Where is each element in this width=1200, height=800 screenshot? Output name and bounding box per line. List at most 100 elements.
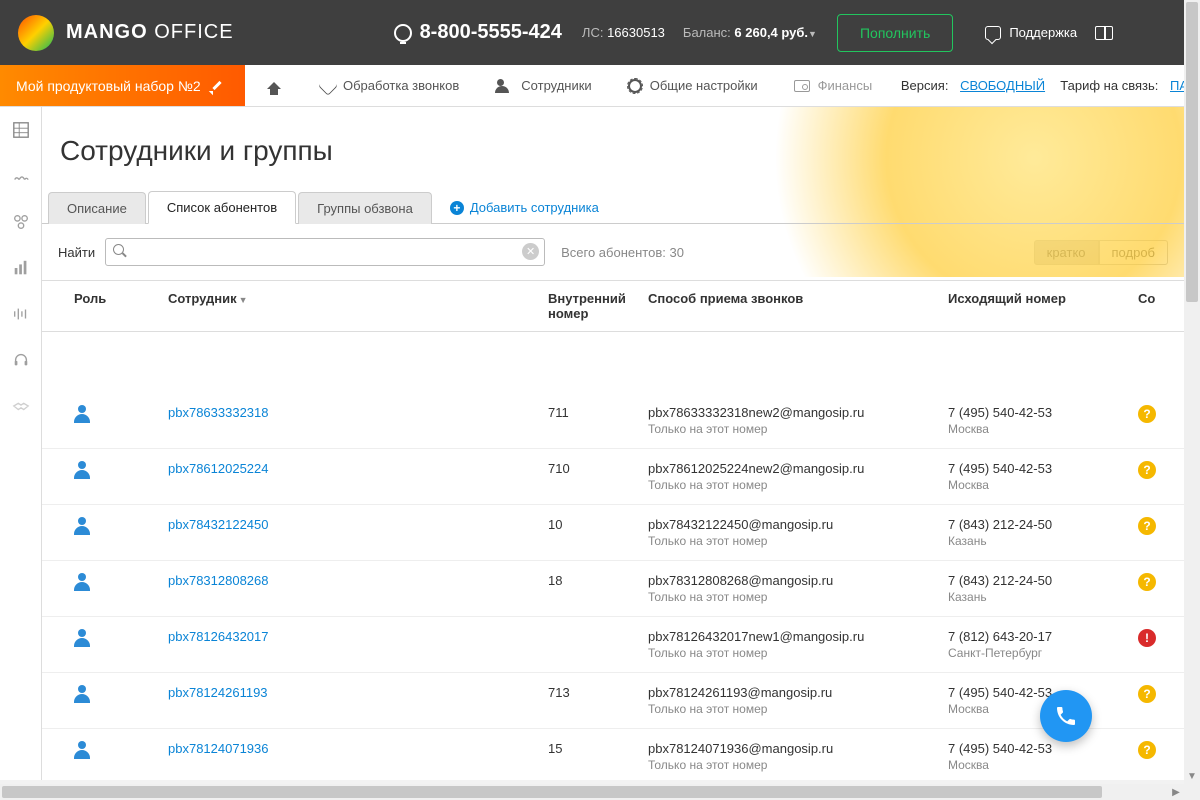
status-cell: ? (1138, 517, 1168, 535)
role-cell (58, 685, 168, 708)
rail-stats-icon[interactable] (11, 259, 31, 277)
rail-integration-icon[interactable] (11, 213, 31, 231)
phone-icon (1054, 704, 1078, 728)
topbar: MANGO OFFICE 8-800-5555-424 ЛС: 16630513… (0, 0, 1200, 65)
person-icon (74, 405, 90, 423)
scroll-down-icon[interactable]: ▼ (1184, 768, 1200, 784)
employee-link[interactable]: pbx78312808268 (168, 573, 548, 588)
wallet-icon (794, 80, 810, 92)
table-row[interactable]: pbx7812407193615pbx78124071936@mangosip.… (42, 729, 1184, 780)
employee-link[interactable]: pbx78432122450 (168, 517, 548, 532)
outgoing-cell: 7 (495) 540-42-53Москва (948, 741, 1138, 772)
status-cell: ? (1138, 741, 1168, 759)
status-badge[interactable]: ? (1138, 573, 1156, 591)
sort-desc-icon: ▼ (239, 295, 248, 305)
reception-cell: pbx78633332318new2@mangosip.ruТолько на … (648, 405, 948, 436)
employee-link[interactable]: pbx78124071936 (168, 741, 548, 756)
employee-link[interactable]: pbx78612025224 (168, 461, 548, 476)
status-cell: ? (1138, 685, 1168, 703)
product-set-selector[interactable]: Мой продуктовый набор №2 (0, 65, 245, 106)
nav-call-handling[interactable]: Обработка звонков (303, 65, 477, 106)
book-icon[interactable] (1095, 26, 1113, 40)
reception-cell: pbx78312808268@mangosip.ruТолько на этот… (648, 573, 948, 604)
search-input[interactable] (105, 238, 545, 266)
status-badge[interactable]: ? (1138, 685, 1156, 703)
table-row[interactable]: pbx78612025224710pbx78612025224new2@mang… (42, 449, 1184, 505)
reception-cell: pbx78126432017new1@mangosip.ruТолько на … (648, 629, 948, 660)
table-row[interactable]: pbx7831280826818pbx78312808268@mangosip.… (42, 561, 1184, 617)
scroll-right-icon[interactable]: ▶ (1168, 784, 1184, 800)
table-row[interactable]: pbx78126432017 pbx78126432017new1@mangosi… (42, 617, 1184, 673)
vertical-scrollbar[interactable]: ▲ ▼ (1184, 0, 1200, 800)
brand-logo[interactable]: MANGO OFFICE (18, 15, 234, 51)
scroll-thumb-h[interactable] (2, 786, 1102, 798)
outgoing-cell: 7 (812) 643-20-17Санкт-Петербург (948, 629, 1138, 660)
employee-link[interactable]: pbx78124261193 (168, 685, 548, 700)
main-panel: Сотрудники и группы Описание Список абон… (42, 107, 1184, 780)
toolbar: Найти ✕ Всего абонентов: 30 кратко подро… (42, 224, 1184, 280)
reception-cell: pbx78432122450@mangosip.ruТолько на этот… (648, 517, 948, 548)
rail-grid-icon[interactable] (11, 121, 31, 139)
reception-cell: pbx78612025224new2@mangosip.ruТолько на … (648, 461, 948, 492)
tab-description[interactable]: Описание (48, 192, 146, 224)
employee-link[interactable]: pbx78126432017 (168, 629, 548, 644)
rail-signal-icon[interactable] (11, 167, 31, 185)
version-link[interactable]: СВОБОДНЫЙ (960, 78, 1045, 93)
internal-number: 10 (548, 517, 648, 532)
rail-audio-icon[interactable] (11, 305, 31, 323)
status-cell: ! (1138, 629, 1168, 647)
role-cell (58, 573, 168, 596)
status-badge[interactable]: ? (1138, 741, 1156, 759)
rail-handshake-icon[interactable] (11, 397, 31, 415)
table-body: pbx78633332318711pbx78633332318new2@mang… (42, 393, 1184, 780)
nav-finances[interactable]: Финансы (776, 65, 891, 106)
topup-button[interactable]: Пополнить (837, 14, 953, 52)
product-set-label: Мой продуктовый набор №2 (16, 78, 201, 94)
balance-display[interactable]: Баланс: 6 260,4 руб.▼ (683, 25, 817, 40)
support-label: Поддержка (1009, 25, 1077, 40)
table-row[interactable]: pbx78633332318711pbx78633332318new2@mang… (42, 393, 1184, 449)
plan-info: Версия: СВОБОДНЫЙ Тариф на связь: ПА (901, 65, 1200, 106)
nav-row: Мой продуктовый набор №2 Обработка звонк… (0, 65, 1200, 107)
reception-cell: pbx78124071936@mangosip.ruТолько на этот… (648, 741, 948, 772)
pencil-icon (211, 79, 225, 93)
tab-call-groups[interactable]: Группы обзвона (298, 192, 432, 224)
status-badge[interactable]: ? (1138, 405, 1156, 423)
clear-search-icon[interactable]: ✕ (522, 243, 539, 260)
search-label: Найти (58, 245, 95, 260)
support-phone: 8-800-5555-424 (394, 21, 562, 44)
search-icon (113, 244, 127, 258)
role-cell (58, 517, 168, 540)
home-icon (267, 75, 281, 89)
status-cell: ? (1138, 573, 1168, 591)
col-internal[interactable]: Внутренний номер (548, 291, 648, 321)
tab-subscribers-list[interactable]: Список абонентов (148, 191, 296, 224)
outgoing-cell: 7 (495) 540-42-53Москва (948, 461, 1138, 492)
col-role[interactable]: Роль (58, 291, 168, 321)
support-link[interactable]: Поддержка (985, 25, 1077, 40)
status-badge[interactable]: ! (1138, 629, 1156, 647)
horizontal-scrollbar[interactable]: ◀ ▶ (0, 784, 1184, 800)
internal-number: 713 (548, 685, 648, 700)
col-status[interactable]: Со (1138, 291, 1168, 321)
col-employee[interactable]: Сотрудник▼ (168, 291, 548, 321)
status-badge[interactable]: ? (1138, 461, 1156, 479)
table-row[interactable]: pbx78124261193713pbx78124261193@mangosip… (42, 673, 1184, 729)
handset-icon (318, 76, 338, 96)
scroll-thumb-v[interactable] (1186, 2, 1198, 302)
view-detailed-button[interactable]: подроб (1099, 240, 1168, 265)
nav-staff[interactable]: Сотрудники (477, 65, 609, 106)
nav-settings[interactable]: Общие настройки (610, 65, 776, 106)
rail-headset-icon[interactable] (11, 351, 31, 369)
call-fab[interactable] (1040, 690, 1092, 742)
employee-link[interactable]: pbx78633332318 (168, 405, 548, 420)
table-row[interactable]: pbx7843212245010pbx78432122450@mangosip.… (42, 505, 1184, 561)
col-outgoing[interactable]: Исходящий номер (948, 291, 1138, 321)
nav-home[interactable] (245, 65, 303, 106)
view-short-button[interactable]: кратко (1034, 240, 1099, 265)
col-reception[interactable]: Способ приема звонков (648, 291, 948, 321)
role-cell (58, 629, 168, 652)
gear-icon (628, 79, 642, 93)
status-badge[interactable]: ? (1138, 517, 1156, 535)
add-employee-link[interactable]: + Добавить сотрудника (434, 200, 599, 223)
